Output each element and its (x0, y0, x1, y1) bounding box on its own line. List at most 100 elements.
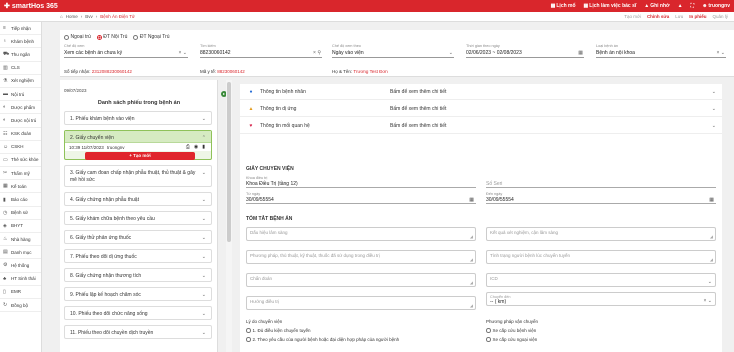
sidebar-item-label: Kế toán (11, 183, 27, 189)
transfer-to-select[interactable]: Chuyển đến -- ( km) × ⌄ (486, 292, 716, 306)
sidebar-item[interactable]: ◈ BHYT (0, 220, 41, 233)
icd-select[interactable]: ICD ⌄ (486, 273, 716, 287)
search-input[interactable]: Tìm kiếm 88230060142 × ⚲ (200, 44, 322, 58)
clinical-signs-textarea[interactable]: Dấu hiệu lâm sàng ◢ (246, 227, 476, 241)
manage-button[interactable]: Quản lý (712, 14, 728, 19)
date-range-input[interactable]: Thời gian theo ngày 02/06/2023 ~ 02/08/2… (466, 44, 584, 58)
radio-dt-noi-tru[interactable]: ĐT Nội Trú (96, 34, 127, 40)
sidebar-item[interactable]: ▦ Kế toán (0, 180, 41, 194)
document-item[interactable]: 8. Giấy chứng nhận thương tích ⌄ (64, 268, 212, 282)
sidebar-item[interactable]: ♣ HT Sinh thái (0, 273, 41, 286)
document-item[interactable]: 5. Giấy khám chữa bệnh theo yêu cầu ⌄ (64, 211, 212, 225)
from-date-field[interactable]: Từ ngày 30/09/55554 ▦ (246, 192, 476, 204)
sidebar-item-label: Hệ thống (11, 262, 30, 268)
surgery-schedule-button[interactable]: ▦ Lịch mổ (551, 3, 576, 9)
sidebar-item-label: Dược nội trú (11, 117, 37, 123)
notes-button[interactable]: ▲ Ghi nhớ (644, 3, 669, 9)
save-button[interactable]: Lưu (675, 14, 683, 19)
sidebar-item[interactable]: ▤ Danh mục (0, 246, 41, 260)
sidebar-item[interactable]: ↻ Đồng bộ (0, 299, 41, 313)
sidebar-item-label: Bệnh sử (11, 210, 29, 216)
radio-ngoai-tru[interactable]: Ngoại trú (64, 34, 91, 40)
sidebar-item[interactable]: ☷ KSK đoàn (0, 128, 41, 141)
document-item[interactable]: 1. Phiếu khám bệnh vào viện ⌄ (64, 111, 212, 125)
transport-method-label: Phương pháp vận chuyển (486, 319, 539, 324)
transport-option-1[interactable]: Xe cấp cứu bệnh viện (486, 328, 536, 333)
user-menu[interactable]: ☻ truongnv (702, 3, 730, 9)
person-icon: ☻ (702, 3, 708, 9)
radio-dot (96, 34, 102, 40)
document-entry[interactable]: 10:39 11/07/2023 truongnv ⎙ ◉ ▮ (65, 143, 211, 151)
sidebar-item[interactable]: ♨ Nhà hàng (0, 233, 41, 247)
chevron-up-icon: ⌃ (201, 135, 206, 141)
view-icon[interactable]: ◉ (194, 144, 198, 150)
reason-option-2[interactable]: 2. Theo yêu cầu của người bệnh hoặc đại … (246, 337, 399, 342)
sidebar-item[interactable]: ⛟ Thu ngân (0, 48, 41, 62)
chevron-down-icon: ⌄ (707, 279, 712, 285)
serial-field[interactable]: Số Seri (486, 176, 716, 188)
document-item[interactable]: 10. Phiếu theo dõi chức năng sống ⌄ (64, 306, 212, 320)
chevron-down-icon: ⌄ (201, 216, 206, 222)
document-item[interactable]: 3. Giấy cam đoan chấp nhận phẫu thuật, t… (64, 165, 212, 187)
radio-dt-ngoai-tru[interactable]: ĐT Ngoại Trú (133, 34, 170, 40)
breadcrumb-home[interactable]: Home (66, 14, 78, 19)
fullscreen-icon[interactable]: ⛶ (691, 3, 695, 9)
document-item[interactable]: 4. Giấy chứng nhận phẫu thuật ⌄ (64, 192, 212, 206)
app-logo[interactable]: ✚ smartHos 365 (0, 2, 58, 11)
notification-icon[interactable]: ▲ (678, 3, 683, 9)
sidebar-item[interactable]: ▬ Nội trú (0, 88, 41, 102)
sidebar-item[interactable]: ⚗ Xét nghiệm (0, 75, 41, 88)
accordion-allergy-info[interactable]: ▲ Thông tin dị ứng Bấm để xem thêm chi t… (240, 101, 722, 117)
patient-condition-textarea[interactable]: Tình trạng người bệnh lúc chuyển tuyến ◢ (486, 250, 716, 264)
list-scrollbar[interactable] (226, 80, 232, 352)
status-select[interactable]: Chế độ xem Xem các bệnh án chưa ký × ⌄ (64, 44, 188, 58)
chevron-down-icon: ⌄ (201, 197, 206, 203)
doctor-schedule-button[interactable]: ▦ Lịch làm việc bác sĩ (584, 3, 637, 9)
folder-icon: ▤ (3, 249, 8, 256)
document-item[interactable]: 6. Giấy thử phản ứng thuốc ⌄ (64, 230, 212, 244)
sidebar-item[interactable]: ☺ CSKH (0, 141, 41, 154)
lab-results-textarea[interactable]: Kết quả xét nghiệm, cận lâm sàng ◢ (486, 227, 716, 241)
treatment-direction-textarea[interactable]: Hướng điều trị ◢ (246, 296, 476, 310)
sidebar-item[interactable]: ▮ Báo cáo (0, 193, 41, 207)
new-document-button[interactable]: + Tạo mới (85, 152, 195, 160)
accordion-relationship-info[interactable]: ♥ Thông tin mối quan hệ Bấm để xem thêm … (240, 118, 722, 134)
sidebar-item[interactable]: ♁ Khám bệnh (0, 35, 41, 49)
view-mode-select[interactable]: Chế độ xem theo Ngày vào viện ⌄ (332, 44, 454, 58)
search-icon[interactable]: × ⚲ (313, 50, 321, 56)
sidebar-item[interactable]: ◐ Dược nội trú (0, 114, 41, 128)
scroll-thumb[interactable] (227, 82, 231, 242)
transport-option-2[interactable]: Xe cấp cứu ngoại viện (486, 337, 537, 342)
accordion-patient-info[interactable]: ● Thông tin bệnh nhân Bấm để xem thêm ch… (240, 84, 722, 100)
document-item-selected[interactable]: 2. Giấy chuyển viện ⌃ 10:39 11/07/2023 tr… (64, 130, 212, 160)
calendar-icon: ▦ (469, 196, 474, 203)
sidebar-item-label: Xét nghiệm (11, 78, 34, 84)
document-item[interactable]: 11. Phiếu theo dõi chuyền dịch truyền ⌄ (64, 325, 212, 339)
document-item[interactable]: 7. Phiếu theo dõi dị ứng thuốc ⌄ (64, 249, 212, 263)
record-type-select[interactable]: Loại bệnh án Bệnh án nội khoa × ⌄ (596, 44, 726, 58)
sidebar-item[interactable]: ✂ Thẩm mỹ (0, 167, 41, 181)
scissors-icon: ✂ (3, 170, 8, 177)
sidebar: ≡ Tiếp nhận ♁ Khám bệnh ⛟ Thu ngân ▥ CLS ⚗ Xét ng… (0, 22, 42, 352)
print-icon[interactable]: ⎙ (186, 144, 190, 150)
sidebar-item[interactable]: ◐ Dược phẩm (0, 101, 41, 115)
diagnosis-textarea[interactable]: Chẩn đoán ◢ (246, 273, 476, 287)
calendar-icon: ▦ (709, 196, 714, 203)
filter-form: Ngoại trú ĐT Nội Trú ĐT Ngoại Trú Chế độ… (60, 30, 734, 77)
sidebar-item[interactable]: ▭ Thẻ sức khỏe (0, 154, 41, 168)
create-button[interactable]: Tạo mới (624, 14, 641, 19)
sidebar-item[interactable]: ⚙ Hệ thống (0, 259, 41, 273)
document-item[interactable]: 9. Phiếu lập kế hoạch chăm sóc ⌄ (64, 287, 212, 301)
treatment-methods-textarea[interactable]: Phương pháp, thủ thuật, kỹ thuật, thuốc … (246, 250, 476, 264)
to-date-field[interactable]: Đến ngày 30/09/55554 ▦ (486, 192, 716, 204)
breadcrumb-bvv[interactable]: Bvv (85, 14, 93, 19)
edit-button[interactable]: Chỉnh sửa (647, 14, 669, 19)
sidebar-item[interactable]: ▯ EMR (0, 286, 41, 299)
sidebar-item[interactable]: ≡ Tiếp nhận (0, 22, 41, 36)
print-button[interactable]: In phiếu (689, 14, 706, 19)
sidebar-item[interactable]: ▥ CLS (0, 62, 41, 75)
delete-icon[interactable]: ▮ (202, 144, 205, 150)
reason-option-1[interactable]: 1. Đủ điều kiện chuyển tuyến (246, 328, 311, 333)
sidebar-item[interactable]: ◷ Bệnh sử (0, 207, 41, 220)
department-field[interactable]: Khoa điều trị Khoa Điều Trị (tầng 12) (246, 176, 476, 188)
